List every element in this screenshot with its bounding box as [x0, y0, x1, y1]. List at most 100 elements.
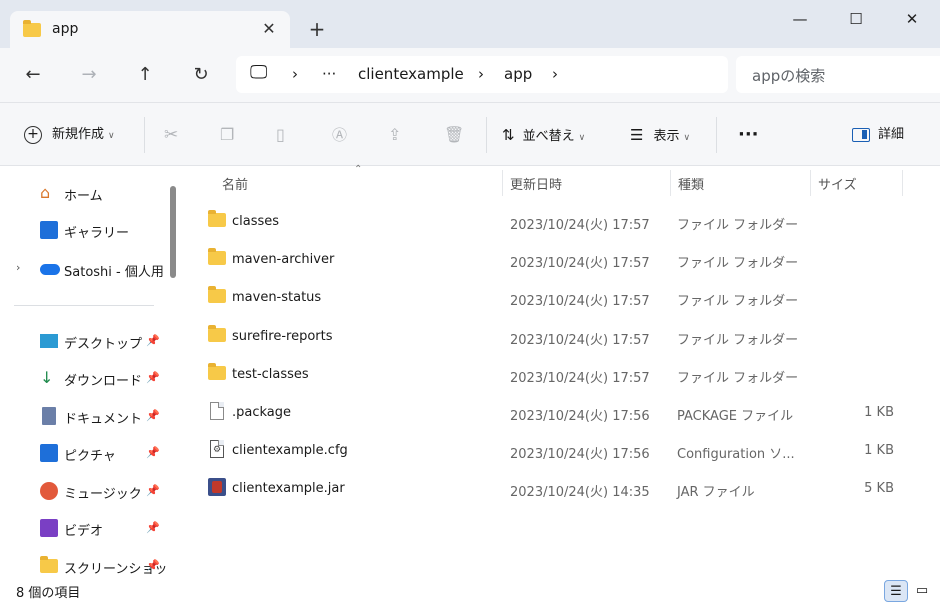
sidebar-item-label: ダウンロード	[64, 374, 143, 389]
column-header-type[interactable]: 種類	[678, 174, 704, 193]
navigation-bar: ← → ↑ ↻ 🖵 › ··· clientexample › app › ap…	[0, 48, 940, 102]
column-header-size[interactable]: サイズ	[818, 174, 857, 193]
search-input[interactable]: appの検索	[736, 56, 940, 93]
chevron-down-icon: ∨	[683, 133, 691, 143]
paste-icon[interactable]: ▯	[276, 123, 285, 147]
tab-close-button[interactable]: ✕	[258, 18, 280, 40]
sidebar-item-downloads[interactable]: ↓ ダウンロード 📌	[0, 361, 170, 395]
desktop-icon	[40, 334, 58, 348]
delete-icon[interactable]: 🗑	[444, 123, 464, 147]
file-size: 1 KB	[864, 405, 894, 420]
file-type: ファイル フォルダー	[677, 294, 799, 309]
new-tab-button[interactable]: +	[305, 18, 329, 42]
back-button[interactable]: ←	[20, 62, 46, 88]
details-pane-label: 詳細	[878, 127, 905, 142]
sort-button[interactable]: ⇅ 並べ替え ∨	[502, 123, 585, 147]
file-type: ファイル フォルダー	[677, 218, 799, 233]
breadcrumb-separator[interactable]: ›	[292, 65, 298, 83]
sidebar-divider	[14, 305, 154, 306]
up-button[interactable]: ↑	[132, 62, 158, 88]
sidebar-item-onedrive[interactable]: › Satoshi - 個人用	[0, 252, 170, 286]
file-name: test-classes	[232, 367, 309, 382]
monitor-icon[interactable]: 🖵	[250, 62, 267, 83]
chevron-down-icon: ∨	[578, 133, 586, 143]
folder-icon	[208, 248, 226, 267]
forward-button[interactable]: →	[76, 62, 102, 88]
folder-icon	[208, 325, 226, 344]
close-window-button[interactable]: ✕	[892, 6, 932, 32]
video-icon	[40, 519, 58, 537]
table-row[interactable]: ⚙ clientexample.cfg 2023/10/24(火) 17:56 …	[202, 433, 922, 469]
tiles-view-icon[interactable]: ▭	[910, 580, 934, 602]
minimize-button[interactable]: —	[780, 6, 820, 32]
table-row[interactable]: classes 2023/10/24(火) 17:57 ファイル フォルダー	[202, 204, 922, 240]
table-row[interactable]: .package 2023/10/24(火) 17:56 PACKAGE ファイ…	[202, 395, 922, 431]
folder-icon	[208, 210, 226, 229]
view-button-label: 表示	[653, 129, 680, 144]
column-header-date[interactable]: 更新日時	[510, 174, 562, 193]
file-icon	[208, 402, 226, 420]
folder-icon	[40, 556, 58, 575]
column-divider[interactable]	[810, 170, 811, 196]
pin-icon[interactable]: 📌	[146, 334, 160, 347]
table-row[interactable]: maven-archiver 2023/10/24(火) 17:57 ファイル …	[202, 242, 922, 278]
file-date: 2023/10/24(火) 17:56	[510, 447, 650, 462]
sidebar-scrollbar[interactable]	[170, 186, 176, 278]
pin-icon[interactable]: 📌	[146, 484, 160, 497]
column-header-name[interactable]: 名前	[222, 174, 248, 193]
new-button[interactable]: + 新規作成 ∨	[24, 123, 115, 147]
download-icon: ↓	[40, 368, 54, 387]
pin-icon[interactable]: 📌	[146, 371, 160, 384]
breadcrumb-app[interactable]: app	[504, 65, 532, 83]
pin-icon[interactable]: 📌	[146, 559, 160, 572]
details-pane-button[interactable]: 詳細	[852, 123, 904, 147]
copy-icon[interactable]: ❐	[220, 123, 234, 147]
address-bar[interactable]: 🖵 › ··· clientexample › app ›	[236, 56, 728, 93]
sort-icon: ⇅	[502, 126, 515, 144]
file-date: 2023/10/24(火) 17:57	[510, 218, 650, 233]
table-row[interactable]: surefire-reports 2023/10/24(火) 17:57 ファイ…	[202, 319, 922, 355]
divider	[144, 117, 145, 153]
table-row[interactable]: test-classes 2023/10/24(火) 17:57 ファイル フォ…	[202, 357, 922, 393]
rename-icon[interactable]: Ⓐ	[332, 123, 347, 147]
refresh-button[interactable]: ↻	[188, 62, 214, 88]
view-button[interactable]: ☰ 表示 ∨	[630, 123, 690, 147]
sidebar-item-desktop[interactable]: デスクトップ 📌	[0, 324, 170, 358]
sidebar-item-videos[interactable]: ビデオ 📌	[0, 511, 170, 545]
table-row[interactable]: clientexample.jar 2023/10/24(火) 14:35 JA…	[202, 471, 922, 507]
maximize-button[interactable]: ☐	[836, 6, 876, 32]
pin-icon[interactable]: 📌	[146, 409, 160, 422]
breadcrumb-more[interactable]: ···	[322, 65, 336, 83]
navigation-pane: ⌂ ホーム ギャラリー › Satoshi - 個人用 デスクトップ 📌 ↓ ダ…	[0, 166, 184, 578]
sidebar-item-pictures[interactable]: ピクチャ 📌	[0, 436, 170, 470]
sort-button-label: 並べ替え	[522, 129, 575, 144]
table-row[interactable]: maven-status 2023/10/24(火) 17:57 ファイル フォ…	[202, 280, 922, 316]
sidebar-item-gallery[interactable]: ギャラリー	[0, 213, 170, 247]
column-divider[interactable]	[902, 170, 903, 196]
more-options-button[interactable]: ···	[738, 123, 759, 147]
jar-file-icon	[208, 478, 226, 496]
share-icon[interactable]: ⇪	[388, 123, 401, 147]
sidebar-item-label: ミュージック	[64, 487, 142, 502]
pin-icon[interactable]: 📌	[146, 521, 160, 534]
sidebar-item-label: ギャラリー	[64, 226, 130, 241]
sidebar-item-documents[interactable]: ドキュメント 📌	[0, 399, 170, 433]
file-date: 2023/10/24(火) 17:57	[510, 371, 650, 386]
chevron-right-icon[interactable]: ›	[16, 261, 20, 274]
file-date: 2023/10/24(火) 17:57	[510, 256, 650, 271]
cut-icon[interactable]: ✂	[164, 123, 178, 147]
column-divider[interactable]	[670, 170, 671, 196]
tab-app[interactable]: app ✕	[10, 11, 290, 48]
column-divider[interactable]	[502, 170, 503, 196]
file-type: ファイル フォルダー	[677, 371, 799, 386]
pin-icon[interactable]: 📌	[146, 446, 160, 459]
breadcrumb-separator[interactable]: ›	[478, 65, 484, 83]
divider	[486, 117, 487, 153]
details-view-icon[interactable]: ☰	[884, 580, 908, 602]
breadcrumb-separator[interactable]: ›	[552, 65, 558, 83]
sidebar-item-music[interactable]: ミュージック 📌	[0, 474, 170, 508]
file-size: 5 KB	[864, 481, 894, 496]
breadcrumb-clientexample[interactable]: clientexample	[358, 65, 464, 83]
file-name: maven-status	[232, 290, 322, 305]
sidebar-item-home[interactable]: ⌂ ホーム	[0, 176, 170, 210]
